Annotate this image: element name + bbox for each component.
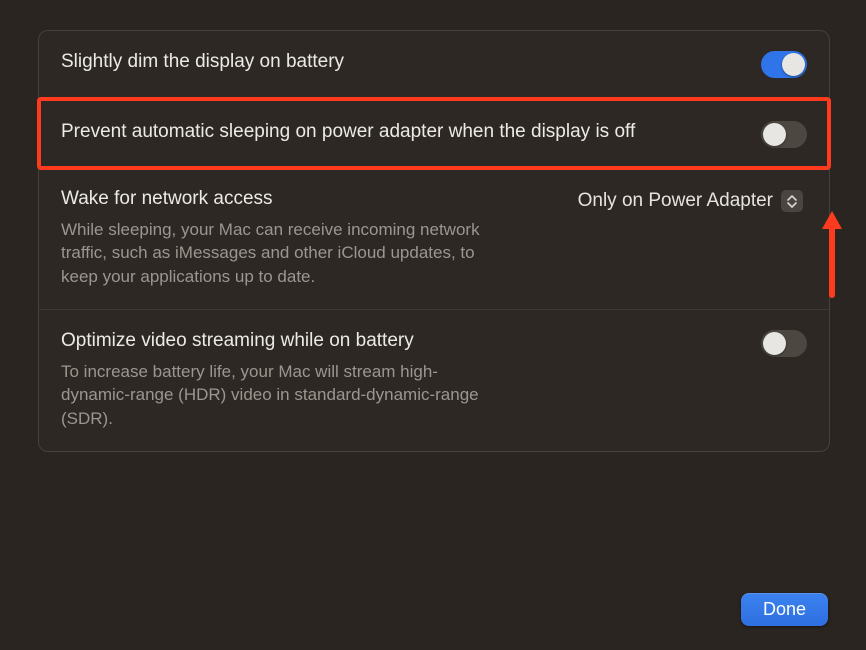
dim-display-toggle[interactable] (761, 51, 807, 78)
row-prevent-sleep: Prevent automatic sleeping on power adap… (37, 97, 831, 170)
toggle-knob-icon (763, 123, 786, 146)
done-button[interactable]: Done (741, 593, 828, 626)
row-text: Prevent automatic sleeping on power adap… (61, 119, 761, 145)
row-wake-network: Wake for network access While sleeping, … (39, 168, 829, 310)
wake-network-value: Only on Power Adapter (578, 190, 773, 212)
toggle-knob-icon (763, 332, 786, 355)
row-text: Slightly dim the display on battery (61, 49, 761, 75)
row-control (761, 119, 807, 148)
wake-network-dropdown[interactable]: Only on Power Adapter (574, 188, 807, 214)
row-control (761, 328, 807, 357)
optimize-video-label: Optimize video streaming while on batter… (61, 328, 743, 354)
row-optimize-video: Optimize video streaming while on batter… (39, 310, 829, 451)
optimize-video-desc: To increase battery life, your Mac will … (61, 360, 481, 431)
prevent-sleep-label: Prevent automatic sleeping on power adap… (61, 119, 743, 145)
optimize-video-toggle[interactable] (761, 330, 807, 357)
row-text: Optimize video streaming while on batter… (61, 328, 761, 431)
settings-panel: Slightly dim the display on battery Prev… (38, 30, 830, 452)
row-text: Wake for network access While sleeping, … (61, 186, 574, 289)
wake-network-desc: While sleeping, your Mac can receive inc… (61, 218, 481, 289)
row-dim-display: Slightly dim the display on battery (39, 31, 829, 99)
toggle-knob-icon (782, 53, 805, 76)
prevent-sleep-toggle[interactable] (761, 121, 807, 148)
wake-network-label: Wake for network access (61, 186, 556, 212)
row-control (761, 49, 807, 78)
dim-display-label: Slightly dim the display on battery (61, 49, 743, 75)
chevron-up-down-icon (781, 190, 803, 212)
row-control: Only on Power Adapter (574, 186, 807, 214)
